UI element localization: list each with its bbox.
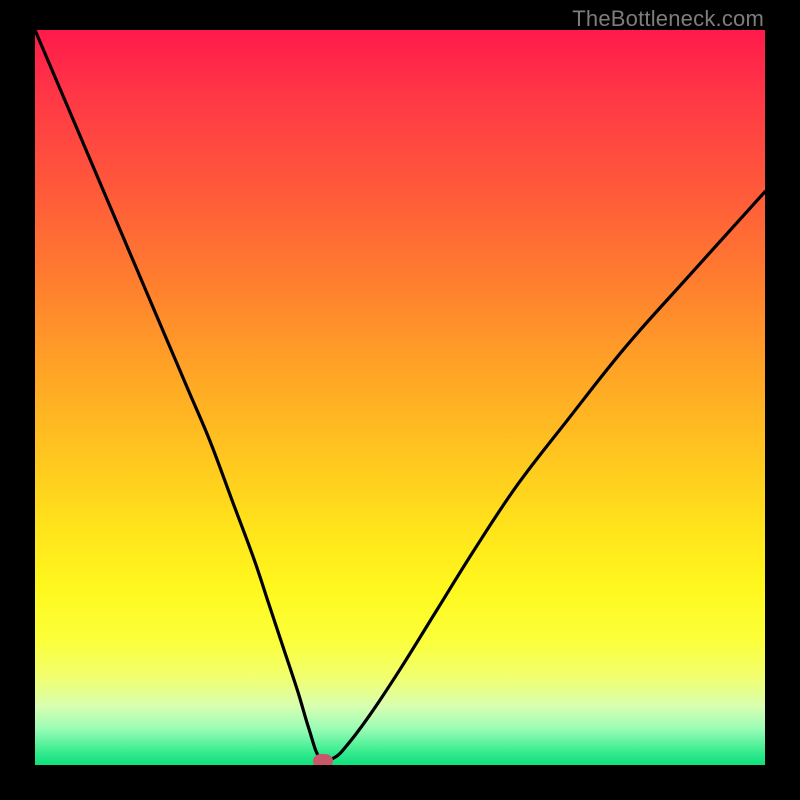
chart-stage: TheBottleneck.com: [0, 0, 800, 800]
watermark-text: TheBottleneck.com: [572, 6, 764, 32]
bottleneck-curve: [35, 30, 765, 765]
plot-area: [35, 30, 765, 765]
optimal-marker: [313, 754, 333, 765]
